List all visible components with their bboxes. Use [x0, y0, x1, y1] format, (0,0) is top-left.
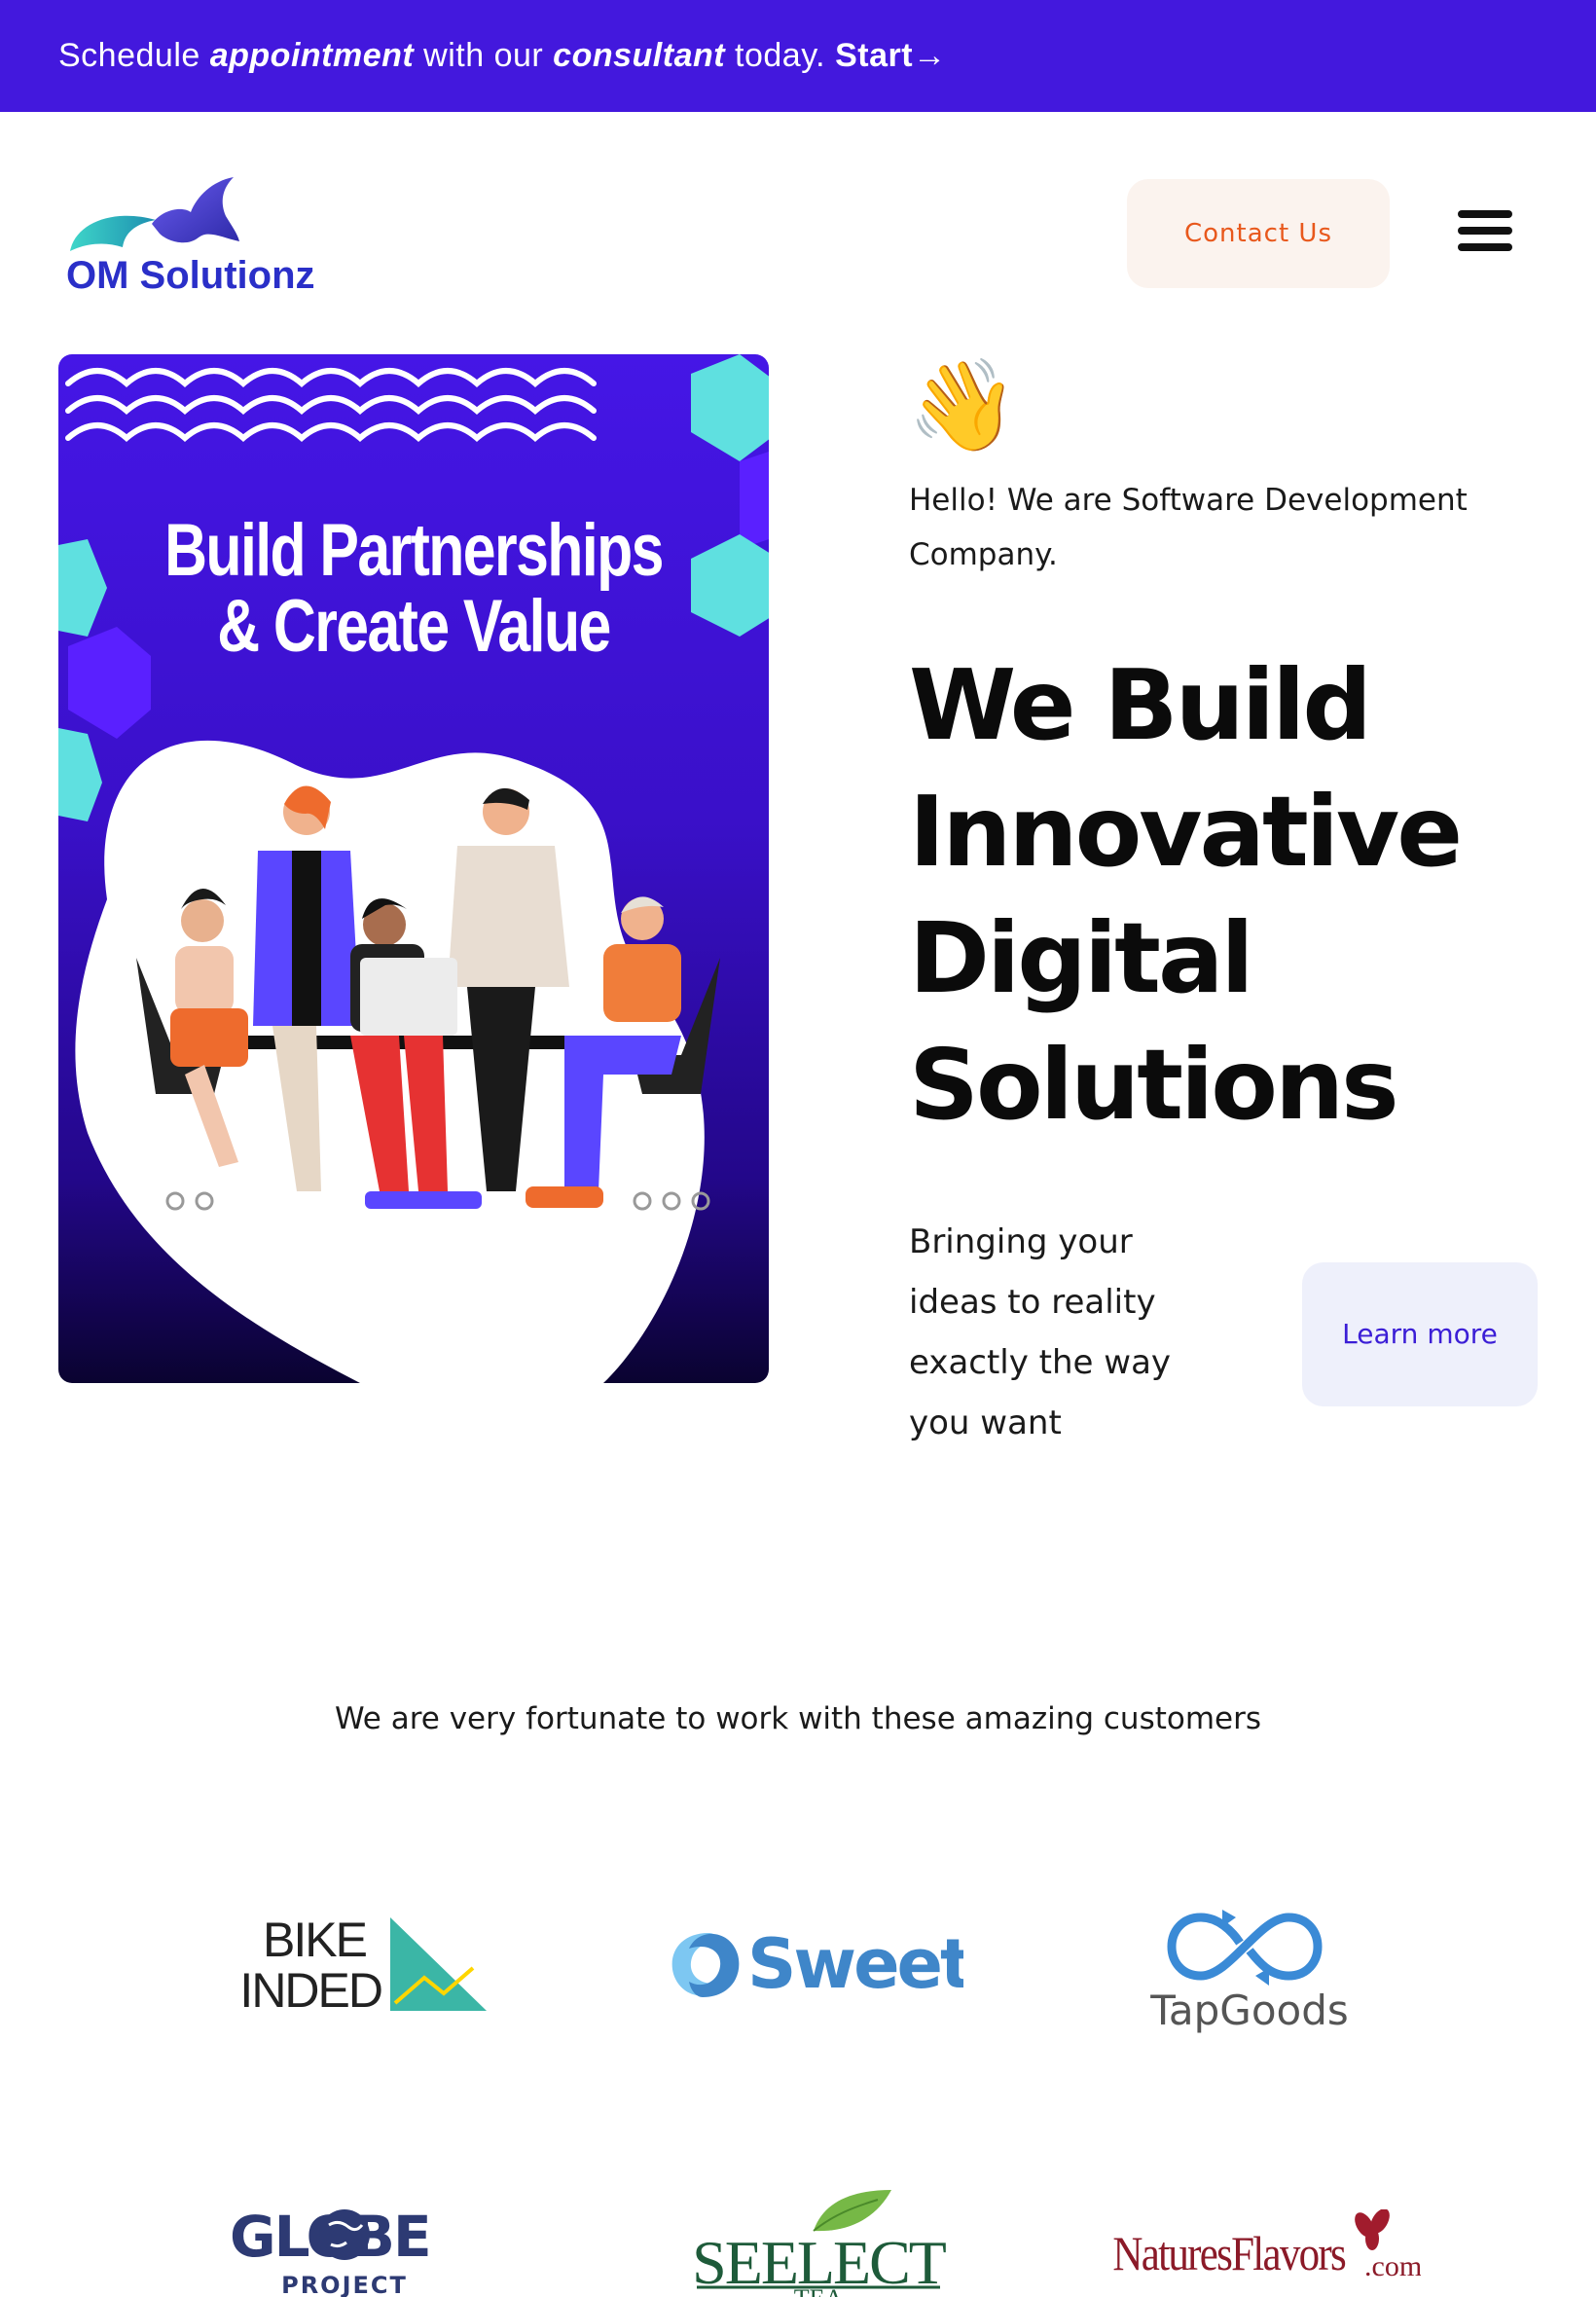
hero-intro: Hello! We are Software Development Compa… [909, 483, 1468, 572]
announcement-part3: today. [725, 37, 826, 74]
bike-minded-logo-icon: BIKE MINDED [201, 1913, 487, 2018]
svg-text:.com: .com [1364, 2250, 1421, 2282]
svg-text:TapGoods: TapGoods [1149, 1987, 1349, 2034]
svg-text:MINDED: MINDED [239, 1963, 381, 2017]
learn-more-button[interactable]: Learn more [1302, 1262, 1538, 1406]
customer-logo-natures-flavors[interactable]: NaturesFlavors .com [1109, 2208, 1422, 2287]
start-link[interactable]: Start→ [835, 37, 946, 75]
announcement-emphasis-appointment: appointment [209, 37, 415, 74]
site-logo[interactable]: OM Solutionz [66, 173, 368, 298]
svg-text:BIKE: BIKE [263, 1913, 367, 1967]
hero-headline: We Build Innovative Digital Solutions [909, 648, 1463, 1142]
announcement-part1: Schedule [58, 37, 210, 74]
announcement-emphasis-consultant: consultant [553, 37, 726, 74]
svg-text:Sweet: Sweet [747, 1924, 963, 2004]
svg-text:TEA: TEA [794, 2284, 844, 2297]
hero-tagline: Bringing your ideas to reality exactly t… [909, 1222, 1172, 1442]
hero-illustration: Build Partnerships & Create Value [58, 354, 769, 1383]
announcement-part2: with our [414, 37, 554, 74]
hamburger-menu-icon[interactable] [1458, 210, 1512, 255]
contact-us-button[interactable]: Contact Us [1127, 179, 1390, 288]
svg-text:NaturesFlavors: NaturesFlavors [1112, 2227, 1345, 2281]
announcement-text: Schedule appointment with our consultant… [58, 37, 825, 75]
natures-flavors-logo-icon: NaturesFlavors .com [1112, 2208, 1422, 2282]
sweet-logo-icon: Sweet [671, 1924, 974, 2004]
bird-logo-icon: OM Solutionz [66, 177, 315, 297]
waving-hand-icon: 👋 [907, 353, 1019, 457]
customer-logo-tapgoods[interactable]: TapGoods [1143, 1888, 1357, 2034]
hero-image-title-line1: Build Partnerships [164, 509, 664, 592]
hero-image-title-line2: & Create Value [217, 585, 611, 668]
tapgoods-logo-icon: TapGoods [1149, 1910, 1349, 2034]
seelect-tea-logo-icon: SEELECT TEA [692, 2190, 949, 2297]
customers-title: We are very fortunate to work with these… [334, 1701, 1262, 1736]
announcement-bar: Schedule appointment with our consultant… [0, 0, 1596, 112]
customer-logo-seelect-tea[interactable]: SEELECT TEA [687, 2186, 950, 2297]
svg-text:PROJECT: PROJECT [281, 2272, 408, 2297]
logo-text: OM Solutionz [66, 254, 315, 297]
customer-logo-sweet[interactable]: Sweet [662, 1919, 974, 2007]
customer-logo-bike-minded[interactable]: BIKE MINDED [201, 1910, 492, 2018]
globe-project-logo-icon: GLOBE PROJECT [230, 2204, 432, 2297]
customer-logo-globe-project[interactable]: GLOBE PROJECT [224, 2196, 487, 2297]
